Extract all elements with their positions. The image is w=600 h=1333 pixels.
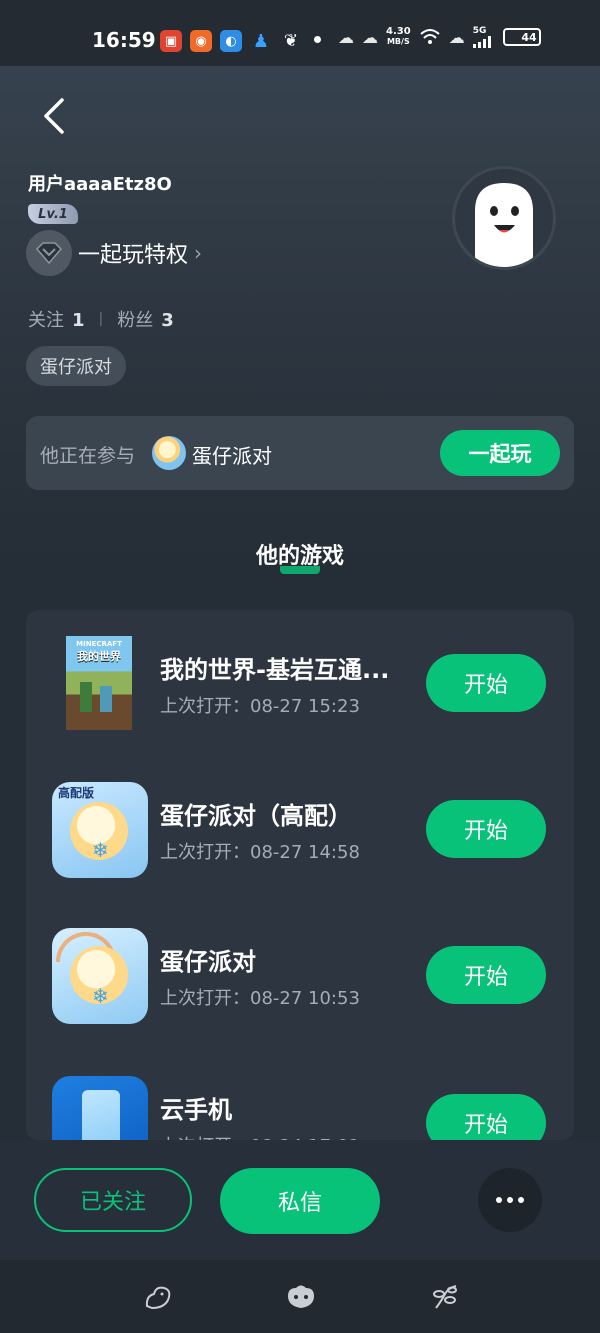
nav-recents-icon[interactable]	[428, 1280, 462, 1314]
following-label: 关注	[28, 310, 64, 331]
status-app-icons: ▣ ◉ ◐ ♟ ❦	[160, 30, 302, 52]
followers-count: 3	[161, 310, 174, 331]
game-last-opened: 上次打开：08-24 17:01	[160, 1132, 360, 1140]
games-list: MINECRAFT 我的世界 我的世界-基岩互通... 上次打开：08-27 1…	[26, 610, 574, 1140]
game-title: 蛋仔派对	[160, 948, 256, 976]
game-title: 我的世界-基岩互通...	[160, 656, 390, 684]
eggy-party-game-icon	[152, 436, 186, 470]
signal-label: 5G	[472, 26, 487, 36]
minecraft-game-icon: MINECRAFT 我的世界	[66, 636, 132, 730]
eggy-party-game-icon: ❄	[52, 928, 148, 1024]
now-playing-game: 蛋仔派对	[192, 444, 272, 468]
privilege-label: 一起玩特权	[78, 243, 189, 268]
game-last-opened: 上次打开：08-27 10:53	[160, 988, 360, 1009]
battery-level: 44	[521, 30, 537, 44]
ghost-avatar-icon	[475, 183, 533, 267]
list-item[interactable]: 高配版 ❄ 蛋仔派对（高配） 上次打开：08-27 14:58 开始	[26, 782, 574, 882]
message-button[interactable]: 私信	[220, 1168, 380, 1234]
cloud-icon: ☁	[362, 27, 378, 47]
more-dot	[496, 1197, 502, 1203]
more-options-button[interactable]	[478, 1168, 542, 1232]
minecraft-character-icon	[80, 682, 92, 712]
cloud-icon: ☁	[448, 27, 465, 47]
stats-divider: |	[98, 311, 104, 327]
wechat-icon: ❦	[283, 31, 299, 51]
back-arrow-icon[interactable]	[36, 96, 76, 136]
status-dot	[314, 36, 321, 43]
start-button[interactable]: 开始	[426, 654, 546, 712]
privilege-link[interactable]: 一起玩特权 ›	[26, 230, 202, 276]
cloud-icon: ☁	[338, 27, 354, 47]
status-right: ☁ ☁ 4.30 MB/S ☁ 5G 44	[338, 26, 541, 48]
chevron-right-icon: ›	[194, 241, 203, 265]
signal-icon: 5G	[472, 26, 495, 48]
more-dot	[507, 1197, 513, 1203]
game-app-icon: ◉	[190, 30, 212, 52]
snowflake-icon: ❄	[92, 984, 109, 1008]
status-bar: 16:59 ▣ ◉ ◐ ♟ ❦ ☁ ☁ 4.30 MB/S ☁ 5G 44	[0, 0, 600, 66]
eggy-party-hd-game-icon: 高配版 ❄	[52, 782, 148, 878]
following-stat[interactable]: 关注 1	[28, 306, 85, 332]
list-item[interactable]: MINECRAFT 我的世界 我的世界-基岩互通... 上次打开：08-27 1…	[26, 636, 574, 736]
game-tag[interactable]: 蛋仔派对	[26, 346, 126, 386]
qq-icon: ♟	[252, 30, 270, 52]
network-speed: 4.30 MB/S	[386, 27, 411, 47]
start-button[interactable]: 开始	[426, 946, 546, 1004]
level-badge: Lv.1	[28, 204, 78, 224]
cloud-phone-game-icon	[52, 1076, 148, 1140]
status-time: 16:59	[92, 28, 156, 52]
minecraft-cn-logo-text: 我的世界	[77, 650, 121, 663]
now-playing-prefix: 他正在参与	[40, 445, 136, 467]
game-last-opened: 上次打开：08-27 14:58	[160, 842, 360, 863]
network-speed-unit: MB/S	[386, 37, 410, 46]
game-title: 蛋仔派对（高配）	[160, 802, 352, 830]
notification-app-icon: ▣	[160, 30, 182, 52]
username: 用户aaaaEtz8O	[28, 174, 172, 195]
browser-app-icon: ◐	[220, 30, 242, 52]
battery-icon: 44	[502, 28, 541, 46]
system-nav-bar	[0, 1260, 600, 1333]
play-together-button[interactable]: 一起玩	[440, 430, 560, 476]
phone-icon	[82, 1090, 120, 1140]
hd-badge: 高配版	[58, 786, 95, 800]
list-item[interactable]: ❄ 蛋仔派对 上次打开：08-27 10:53 开始	[26, 928, 574, 1028]
diamond-badge-icon	[26, 230, 72, 276]
wifi-icon	[420, 29, 440, 44]
network-speed-value: 4.30	[386, 26, 411, 37]
now-playing-card: 他正在参与 蛋仔派对 一起玩	[26, 416, 574, 490]
follow-stats: 关注 1 | 粉丝 3	[28, 306, 174, 332]
game-title: 云手机	[160, 1096, 232, 1124]
profile-screen: 16:59 ▣ ◉ ◐ ♟ ❦ ☁ ☁ 4.30 MB/S ☁ 5G 44 用户…	[0, 0, 600, 1333]
followers-stat[interactable]: 粉丝 3	[117, 306, 174, 332]
avatar[interactable]	[452, 166, 556, 270]
followers-label: 粉丝	[117, 310, 154, 331]
more-dot	[518, 1197, 524, 1203]
followed-button[interactable]: 已关注	[34, 1168, 192, 1232]
nav-back-icon[interactable]	[142, 1280, 176, 1314]
start-button[interactable]: 开始	[426, 1094, 546, 1140]
bottom-action-bar: 已关注 私信	[0, 1140, 600, 1260]
minecraft-character-icon	[100, 686, 112, 712]
following-count: 1	[72, 310, 85, 331]
game-last-opened: 上次打开：08-27 15:23	[160, 696, 360, 717]
snowflake-icon: ❄	[92, 838, 109, 862]
list-item[interactable]: 云手机 上次打开：08-24 17:01 开始	[26, 1076, 574, 1140]
tab-indicator	[280, 566, 320, 574]
minecraft-logo-text: MINECRAFT	[76, 640, 122, 648]
start-button[interactable]: 开始	[426, 800, 546, 858]
nav-home-icon[interactable]	[284, 1280, 318, 1314]
